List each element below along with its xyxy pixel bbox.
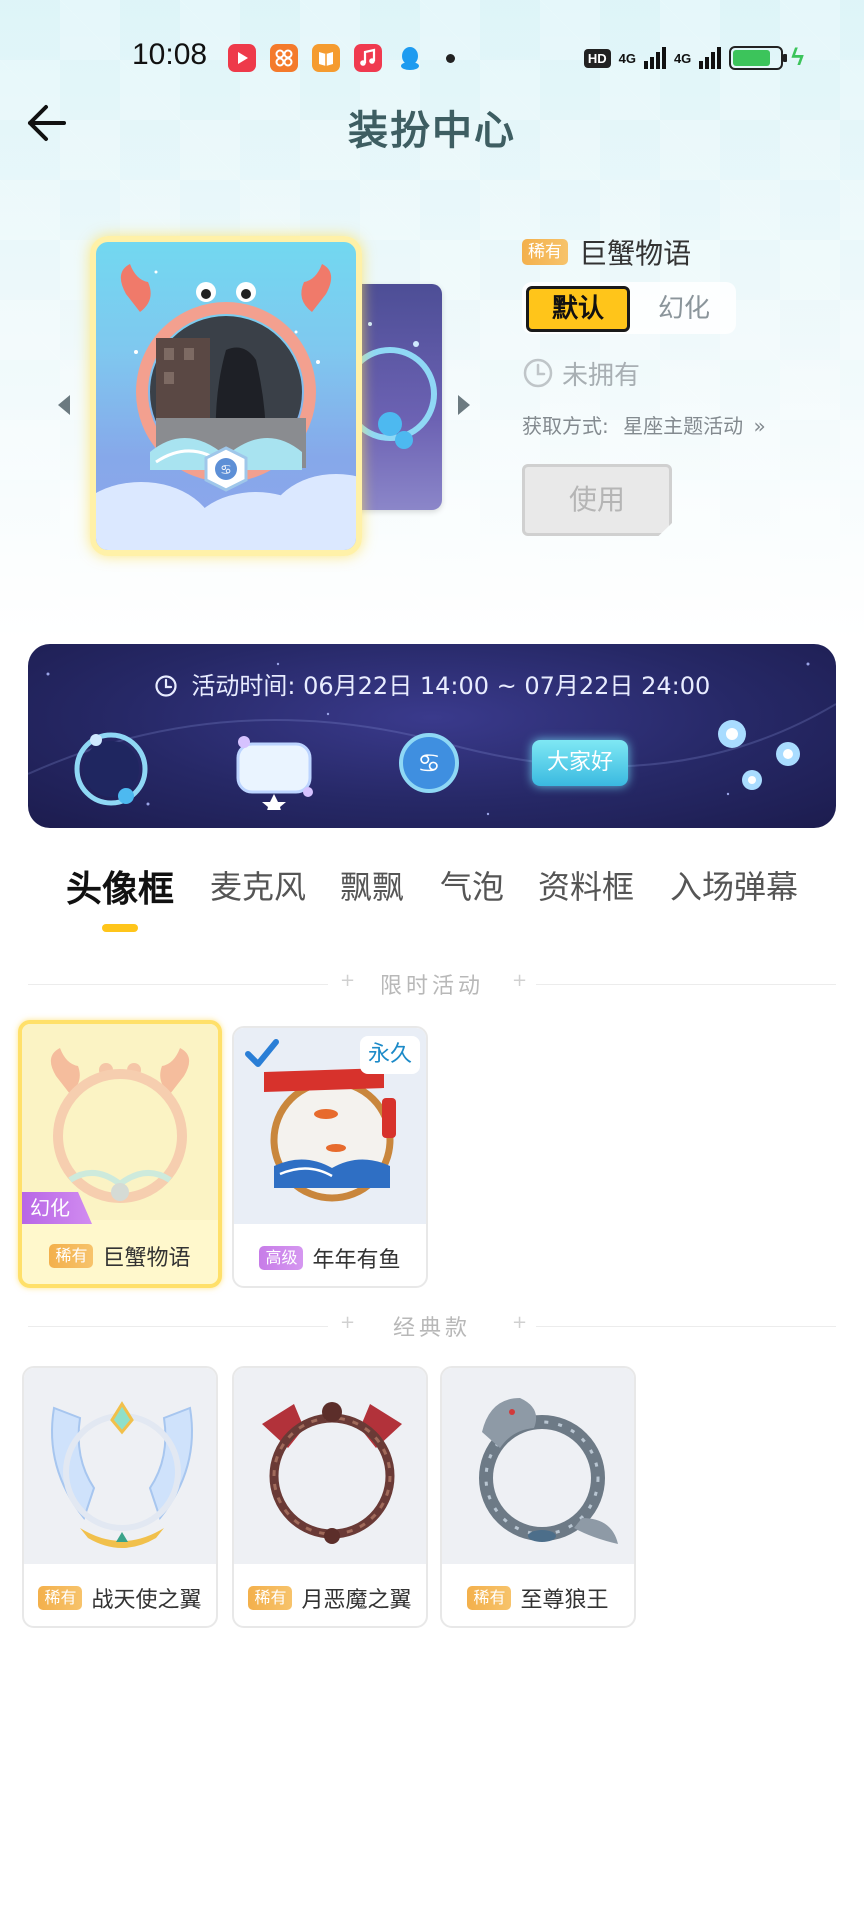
toggle-default-button[interactable]: 默认: [526, 286, 630, 332]
zodiac-frame-thumbnail: [350, 322, 437, 449]
permanent-tag: 永久: [359, 1036, 420, 1074]
section-divider-limited: + 限时活动 +: [28, 964, 836, 1004]
style-toggle: 默认 幻化: [522, 282, 736, 334]
item-name: 巨蟹物语: [579, 237, 692, 270]
item-title-row: 稀有 巨蟹物语: [522, 232, 842, 270]
banner-profile-reward[interactable]: [224, 730, 324, 814]
active-tab-indicator: [102, 924, 138, 932]
demon-wings-frame-thumbnail: [262, 1402, 402, 1544]
banner-zodiac-reward[interactable]: ♋: [394, 728, 464, 802]
event-banner[interactable]: 活动时间: 06月22日 14:00 ~ 07月22日 24:00 ♋ 大家好: [28, 644, 836, 828]
tab-entry-barrage[interactable]: 入场弹幕: [670, 862, 798, 908]
item-card-demon-wings[interactable]: 稀有 月恶魔之翼: [232, 1366, 428, 1628]
card-label: 高级 年年有鱼: [234, 1242, 426, 1274]
acquire-method-link[interactable]: 获取方式: 星座主题活动 »: [522, 410, 766, 439]
category-tabs: 头像框 麦克风 飘飘 气泡 资料框 入场弹幕: [0, 862, 864, 942]
status-bar: 10:08 HD 4G 4G ϟ: [0, 30, 864, 86]
tab-avatar-frame[interactable]: 头像框: [66, 860, 174, 912]
rarity-badge: 稀有: [49, 1244, 94, 1268]
clock-icon: [155, 675, 177, 697]
card-name: 月恶魔之翼: [301, 1588, 412, 1613]
tab-bubble[interactable]: 气泡: [440, 862, 504, 908]
item-card-angel-wings[interactable]: 稀有 战天使之翼: [22, 1366, 218, 1628]
banner-frame-reward[interactable]: [66, 724, 156, 818]
item-info-panel: 稀有 巨蟹物语 默认 幻化 未拥有 获取方式: 星座主题活动 » 使用: [522, 232, 842, 536]
plus-decoration-icon: +: [512, 970, 528, 991]
notification-dot-icon: [446, 54, 455, 63]
page-title: 装扮中心: [348, 108, 516, 154]
next-frame-preview[interactable]: [350, 284, 442, 510]
event-time-row: 活动时间: 06月22日 14:00 ~ 07月22日 24:00: [28, 666, 836, 701]
chevron-left-icon: [58, 395, 70, 415]
card-label: 稀有 月恶魔之翼: [234, 1582, 426, 1614]
tab-microphone[interactable]: 麦克风: [210, 862, 306, 908]
ownership-status: 未拥有: [522, 354, 640, 392]
wolf-frame-thumbnail: [479, 1398, 618, 1544]
divider-line: [536, 984, 836, 985]
tab-float[interactable]: 飘飘: [340, 862, 404, 908]
equipped-check-icon: [242, 1036, 282, 1072]
carousel-next-button[interactable]: [452, 390, 476, 420]
video-app-icon: [228, 44, 256, 72]
card-label: 稀有 至尊狼王: [442, 1582, 634, 1614]
rarity-badge: 高级: [259, 1246, 304, 1270]
owned-status-text: 未拥有: [562, 360, 641, 391]
svg-text:♋: ♋: [417, 749, 440, 779]
status-indicators: HD 4G 4G ϟ: [583, 42, 804, 74]
divider-line: [536, 1326, 836, 1327]
book-app-icon: [312, 44, 340, 72]
rarity-badge: 稀有: [38, 1586, 83, 1610]
crab-frame-thumbnail: [50, 1048, 190, 1203]
card-thumbnail: [24, 1368, 216, 1564]
card-thumbnail: [22, 1024, 218, 1220]
section-divider-classic: + 经典款 +: [28, 1306, 836, 1346]
source-value: 星座主题活动: [623, 414, 744, 438]
card-thumbnail: [442, 1368, 634, 1564]
angel-wings-frame-thumbnail: [51, 1401, 193, 1548]
card-name: 巨蟹物语: [102, 1246, 191, 1271]
svg-text:♋: ♋: [220, 463, 232, 478]
card-thumbnail: [234, 1368, 426, 1564]
item-card-crab[interactable]: 幻化 稀有 巨蟹物语: [18, 1020, 222, 1288]
chevron-right-icon: [458, 395, 470, 415]
crab-frame-artwork: ♋: [120, 264, 332, 492]
qq-app-icon: [396, 44, 424, 72]
flower-decoration-icon: [718, 720, 800, 790]
event-time-text: 活动时间: 06月22日 14:00 ~ 07月22日 24:00: [191, 672, 711, 700]
cancer-zodiac-icon: ♋: [399, 733, 459, 793]
signal-icon-2: [699, 47, 722, 69]
grid-app-icon: [270, 44, 298, 72]
toggle-morph-button[interactable]: 幻化: [644, 286, 724, 332]
hd-icon: HD: [583, 48, 611, 68]
clock-icon: [523, 358, 553, 388]
card-label: 稀有 巨蟹物语: [22, 1240, 218, 1272]
rarity-badge: 稀有: [522, 239, 568, 265]
charging-icon: ϟ: [791, 44, 804, 71]
use-button[interactable]: 使用: [522, 464, 672, 536]
hello-bubble-reward[interactable]: 大家好: [532, 740, 628, 786]
rarity-badge: 稀有: [467, 1586, 512, 1610]
source-label: 获取方式:: [522, 414, 609, 438]
profile-frame-icon: [236, 736, 313, 814]
item-card-fish[interactable]: 永久 高级 年年有鱼: [232, 1026, 428, 1288]
card-name: 战天使之翼: [91, 1588, 202, 1613]
battery-icon: [729, 46, 788, 70]
network-4g-label: 4G: [618, 50, 636, 66]
tab-profile-frame[interactable]: 资料框: [538, 862, 634, 908]
rarity-badge: 稀有: [248, 1586, 293, 1610]
carousel-prev-button[interactable]: [52, 390, 76, 420]
battery-level: [733, 50, 771, 66]
double-chevron-right-icon: »: [753, 414, 766, 438]
signal-icon: [643, 47, 666, 69]
card-label: 稀有 战天使之翼: [24, 1582, 216, 1614]
card-name: 至尊狼王: [520, 1588, 609, 1613]
music-app-icon: [354, 44, 382, 72]
status-time: 10:08: [132, 38, 208, 71]
card-name: 年年有鱼: [312, 1248, 401, 1273]
frame-reward-icon: [74, 732, 148, 806]
avatar-frame-preview: ♋: [90, 236, 362, 556]
plus-decoration-icon: +: [512, 1312, 528, 1333]
network-4g-label-2: 4G: [673, 50, 692, 66]
item-card-wolf-king[interactable]: 稀有 至尊狼王: [440, 1366, 636, 1628]
